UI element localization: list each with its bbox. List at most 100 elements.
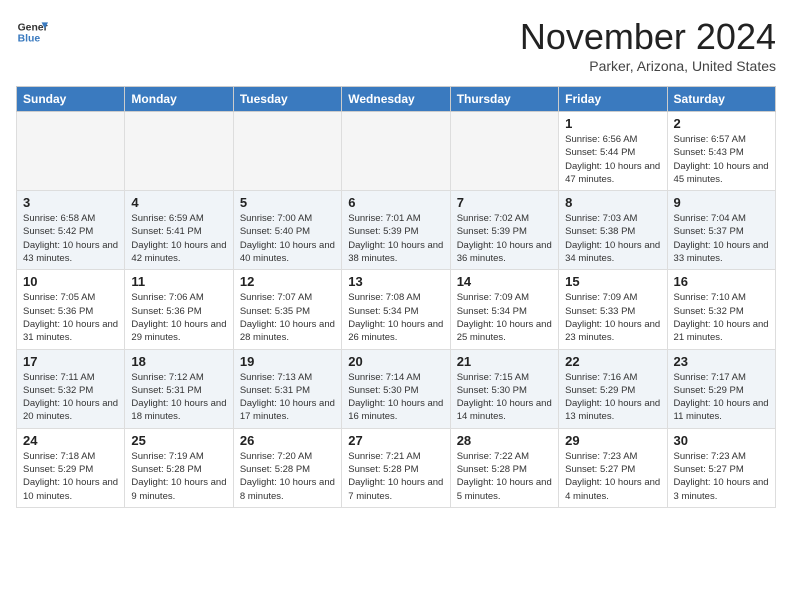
calendar-cell: 16 Sunrise: 7:10 AMSunset: 5:32 PMDayligh…	[667, 270, 775, 349]
day-number: 28	[457, 433, 552, 448]
day-info: Sunrise: 7:05 AMSunset: 5:36 PMDaylight:…	[23, 291, 118, 344]
calendar-cell: 29Sunrise: 7:23 AMSunset: 5:27 PMDayligh…	[559, 428, 667, 507]
calendar-cell: 25 Sunrise: 7:19 AMSunset: 5:28 PMDayligh…	[125, 428, 233, 507]
day-number: 8	[565, 195, 660, 210]
column-header-tuesday: Tuesday	[233, 87, 341, 112]
day-info: Sunrise: 7:17 AMSunset: 5:29 PMDaylight:…	[674, 371, 769, 424]
column-header-thursday: Thursday	[450, 87, 558, 112]
day-info: Sunrise: 7:20 AMSunset: 5:28 PMDaylight:…	[240, 450, 335, 503]
calendar-cell: 13 Sunrise: 7:08 AMSunset: 5:34 PMDayligh…	[342, 270, 450, 349]
calendar-cell: 26 Sunrise: 7:20 AMSunset: 5:28 PMDayligh…	[233, 428, 341, 507]
day-number: 30	[674, 433, 769, 448]
day-number: 15	[565, 274, 660, 289]
day-info: Sunrise: 7:18 AMSunset: 5:29 PMDaylight:…	[23, 450, 118, 503]
calendar-week-3: 10 Sunrise: 7:05 AMSunset: 5:36 PMDayligh…	[17, 270, 776, 349]
page-header: General Blue November 2024 Parker, Arizo…	[16, 16, 776, 74]
day-info: Sunrise: 7:03 AMSunset: 5:38 PMDaylight:…	[565, 212, 660, 265]
logo: General Blue	[16, 16, 48, 48]
day-number: 23	[674, 354, 769, 369]
calendar-cell: 8 Sunrise: 7:03 AMSunset: 5:38 PMDaylight…	[559, 191, 667, 270]
location: Parker, Arizona, United States	[520, 58, 776, 74]
day-info: Sunrise: 7:09 AMSunset: 5:34 PMDaylight:…	[457, 291, 552, 344]
calendar-cell: 14 Sunrise: 7:09 AMSunset: 5:34 PMDayligh…	[450, 270, 558, 349]
day-info: Sunrise: 7:00 AMSunset: 5:40 PMDaylight:…	[240, 212, 335, 265]
calendar-cell: 3 Sunrise: 6:58 AMSunset: 5:42 PMDaylight…	[17, 191, 125, 270]
day-info: Sunrise: 7:23 AMSunset: 5:27 PMDaylight:…	[674, 450, 769, 503]
day-number: 22	[565, 354, 660, 369]
calendar-cell: 21Sunrise: 7:15 AMSunset: 5:30 PMDayligh…	[450, 349, 558, 428]
calendar-cell: 7 Sunrise: 7:02 AMSunset: 5:39 PMDaylight…	[450, 191, 558, 270]
logo-icon: General Blue	[16, 16, 48, 48]
day-info: Sunrise: 6:56 AMSunset: 5:44 PMDaylight:…	[565, 133, 660, 186]
calendar-week-1: 1 Sunrise: 6:56 AMSunset: 5:44 PMDaylight…	[17, 112, 776, 191]
day-number: 14	[457, 274, 552, 289]
day-number: 6	[348, 195, 443, 210]
day-number: 27	[348, 433, 443, 448]
calendar-cell: 23 Sunrise: 7:17 AMSunset: 5:29 PMDayligh…	[667, 349, 775, 428]
day-number: 10	[23, 274, 118, 289]
column-header-friday: Friday	[559, 87, 667, 112]
day-number: 13	[348, 274, 443, 289]
day-number: 17	[23, 354, 118, 369]
calendar-cell: 30 Sunrise: 7:23 AMSunset: 5:27 PMDayligh…	[667, 428, 775, 507]
calendar-header-row: SundayMondayTuesdayWednesdayThursdayFrid…	[17, 87, 776, 112]
day-info: Sunrise: 7:21 AMSunset: 5:28 PMDaylight:…	[348, 450, 443, 503]
day-info: Sunrise: 7:02 AMSunset: 5:39 PMDaylight:…	[457, 212, 552, 265]
day-info: Sunrise: 7:08 AMSunset: 5:34 PMDaylight:…	[348, 291, 443, 344]
calendar-cell: 4Sunrise: 6:59 AMSunset: 5:41 PMDaylight…	[125, 191, 233, 270]
calendar-week-5: 24 Sunrise: 7:18 AMSunset: 5:29 PMDayligh…	[17, 428, 776, 507]
calendar-cell: 10 Sunrise: 7:05 AMSunset: 5:36 PMDayligh…	[17, 270, 125, 349]
day-info: Sunrise: 7:16 AMSunset: 5:29 PMDaylight:…	[565, 371, 660, 424]
calendar-cell: 24 Sunrise: 7:18 AMSunset: 5:29 PMDayligh…	[17, 428, 125, 507]
day-info: Sunrise: 6:57 AMSunset: 5:43 PMDaylight:…	[674, 133, 769, 186]
day-info: Sunrise: 7:22 AMSunset: 5:28 PMDaylight:…	[457, 450, 552, 503]
day-number: 12	[240, 274, 335, 289]
column-header-monday: Monday	[125, 87, 233, 112]
calendar-cell: 15 Sunrise: 7:09 AMSunset: 5:33 PMDayligh…	[559, 270, 667, 349]
day-number: 3	[23, 195, 118, 210]
column-header-wednesday: Wednesday	[342, 87, 450, 112]
column-header-sunday: Sunday	[17, 87, 125, 112]
day-info: Sunrise: 7:13 AMSunset: 5:31 PMDaylight:…	[240, 371, 335, 424]
calendar-cell: 22 Sunrise: 7:16 AMSunset: 5:29 PMDayligh…	[559, 349, 667, 428]
day-number: 1	[565, 116, 660, 131]
calendar-cell: 6 Sunrise: 7:01 AMSunset: 5:39 PMDaylight…	[342, 191, 450, 270]
calendar-cell: 20 Sunrise: 7:14 AMSunset: 5:30 PMDayligh…	[342, 349, 450, 428]
calendar-cell: 19Sunrise: 7:13 AMSunset: 5:31 PMDayligh…	[233, 349, 341, 428]
calendar-cell	[233, 112, 341, 191]
calendar-cell: 11 Sunrise: 7:06 AMSunset: 5:36 PMDayligh…	[125, 270, 233, 349]
day-info: Sunrise: 7:19 AMSunset: 5:28 PMDaylight:…	[131, 450, 226, 503]
day-info: Sunrise: 6:59 AMSunset: 5:41 PMDaylight:…	[131, 212, 226, 265]
calendar-cell: 5Sunrise: 7:00 AMSunset: 5:40 PMDaylight…	[233, 191, 341, 270]
day-number: 9	[674, 195, 769, 210]
day-number: 20	[348, 354, 443, 369]
day-number: 18	[131, 354, 226, 369]
day-number: 24	[23, 433, 118, 448]
day-info: Sunrise: 7:14 AMSunset: 5:30 PMDaylight:…	[348, 371, 443, 424]
day-info: Sunrise: 7:11 AMSunset: 5:32 PMDaylight:…	[23, 371, 118, 424]
calendar-week-2: 3 Sunrise: 6:58 AMSunset: 5:42 PMDaylight…	[17, 191, 776, 270]
day-info: Sunrise: 7:04 AMSunset: 5:37 PMDaylight:…	[674, 212, 769, 265]
title-block: November 2024 Parker, Arizona, United St…	[520, 16, 776, 74]
calendar-cell	[125, 112, 233, 191]
day-number: 2	[674, 116, 769, 131]
day-info: Sunrise: 7:10 AMSunset: 5:32 PMDaylight:…	[674, 291, 769, 344]
calendar-cell	[450, 112, 558, 191]
day-number: 11	[131, 274, 226, 289]
calendar-cell: 17 Sunrise: 7:11 AMSunset: 5:32 PMDayligh…	[17, 349, 125, 428]
month-title: November 2024	[520, 16, 776, 58]
day-info: Sunrise: 7:01 AMSunset: 5:39 PMDaylight:…	[348, 212, 443, 265]
day-number: 26	[240, 433, 335, 448]
svg-text:Blue: Blue	[18, 34, 41, 45]
day-number: 25	[131, 433, 226, 448]
day-info: Sunrise: 7:09 AMSunset: 5:33 PMDaylight:…	[565, 291, 660, 344]
day-info: Sunrise: 7:12 AMSunset: 5:31 PMDaylight:…	[131, 371, 226, 424]
column-header-saturday: Saturday	[667, 87, 775, 112]
day-number: 16	[674, 274, 769, 289]
day-info: Sunrise: 7:06 AMSunset: 5:36 PMDaylight:…	[131, 291, 226, 344]
day-number: 7	[457, 195, 552, 210]
day-info: Sunrise: 7:07 AMSunset: 5:35 PMDaylight:…	[240, 291, 335, 344]
day-info: Sunrise: 6:58 AMSunset: 5:42 PMDaylight:…	[23, 212, 118, 265]
calendar-cell: 12 Sunrise: 7:07 AMSunset: 5:35 PMDayligh…	[233, 270, 341, 349]
day-number: 21	[457, 354, 552, 369]
